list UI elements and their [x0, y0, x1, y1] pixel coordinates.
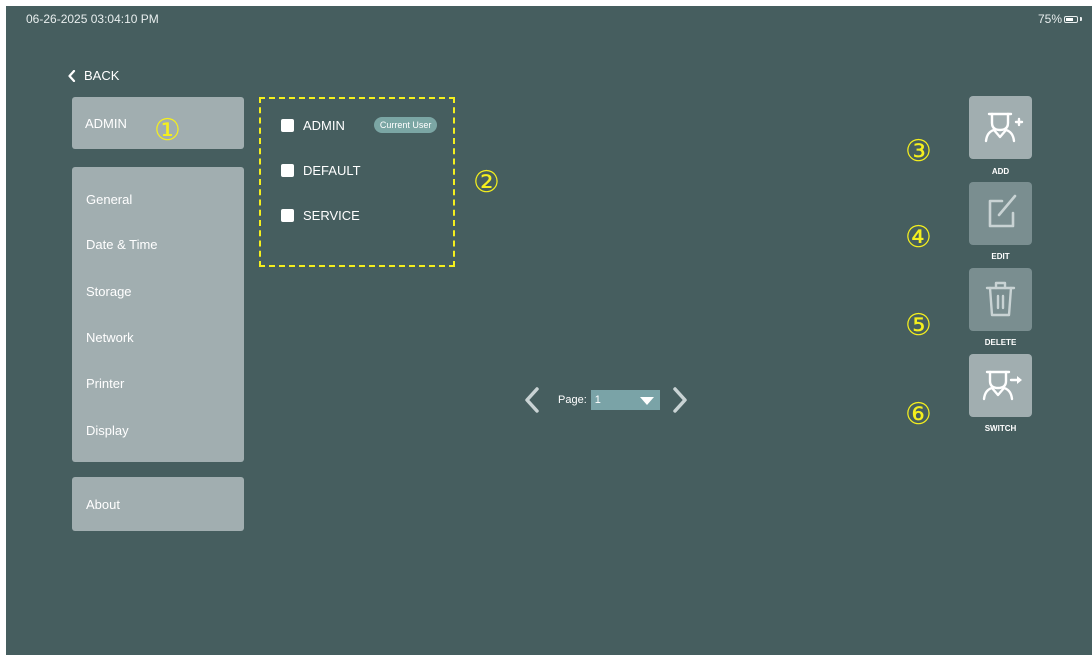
current-user-badge: Current User — [373, 117, 438, 133]
back-label: BACK — [84, 68, 120, 83]
user-row-default[interactable]: DEFAULT — [281, 163, 361, 178]
battery-icon — [1064, 15, 1078, 23]
back-button[interactable]: BACK — [68, 68, 119, 83]
callout-5: ⑤ — [905, 308, 932, 343]
callout-1: ① — [154, 113, 181, 148]
chevron-right-icon[interactable] — [672, 387, 688, 413]
delete-label: DELETE — [984, 338, 1017, 347]
menu-item-storage[interactable]: Storage — [86, 284, 132, 299]
add-label: ADD — [991, 167, 1010, 176]
user-checkbox[interactable] — [281, 118, 294, 132]
pagination: Page: 1 — [524, 387, 688, 413]
battery-tip — [1080, 17, 1082, 21]
user-name: ADMIN — [303, 117, 345, 133]
user-name: DEFAULT — [303, 163, 361, 178]
battery-indicator: 75% — [1038, 12, 1082, 26]
edit-user-button[interactable] — [969, 182, 1032, 245]
switch-user-button[interactable] — [969, 354, 1032, 417]
user-checkbox[interactable] — [281, 209, 294, 222]
menu-item-display[interactable]: Display — [86, 423, 129, 438]
current-user-label: ADMIN — [85, 116, 127, 131]
menu-item-network[interactable]: Network — [86, 330, 134, 345]
menu-item-printer[interactable]: Printer — [86, 376, 124, 391]
switch-label: SWITCH — [984, 424, 1017, 433]
page-value: 1 — [594, 394, 601, 406]
user-row-admin[interactable]: ADMIN Current User — [281, 117, 438, 133]
battery-fill — [1066, 17, 1073, 21]
callout-2: ② — [473, 165, 500, 200]
battery-percent: 75% — [1037, 12, 1062, 26]
callout-6: ⑥ — [905, 397, 932, 432]
page-label: Page: — [558, 394, 587, 406]
user-name: SERVICE — [303, 208, 360, 223]
page-select[interactable]: 1 — [590, 390, 660, 410]
edit-label: EDIT — [991, 252, 1010, 261]
callout-4: ④ — [905, 220, 932, 255]
about-panel[interactable]: About — [72, 477, 244, 531]
menu-item-date-time[interactable]: Date & Time — [86, 237, 158, 252]
switch-user-icon — [982, 370, 1022, 401]
edit-icon — [988, 194, 1017, 228]
delete-user-button[interactable] — [969, 268, 1032, 331]
chevron-left-icon — [68, 69, 76, 82]
user-checkbox[interactable] — [281, 164, 294, 177]
menu-item-about: About — [86, 497, 120, 512]
status-datetime: 06-26-2025 03:04:10 PM — [26, 12, 159, 26]
settings-menu: General Date & Time Storage Network Prin… — [72, 167, 244, 462]
add-user-button[interactable] — [969, 96, 1032, 159]
menu-item-general[interactable]: General — [86, 192, 132, 207]
caret-down-icon — [639, 397, 654, 405]
chevron-left-icon[interactable] — [524, 387, 540, 413]
trash-icon — [985, 281, 1016, 317]
settings-screen: 06-26-2025 03:04:10 PM 75% BACK ADMIN ① … — [6, 6, 1092, 655]
user-row-service[interactable]: SERVICE — [281, 208, 360, 223]
add-user-icon — [984, 112, 1024, 143]
callout-3: ③ — [905, 134, 932, 169]
